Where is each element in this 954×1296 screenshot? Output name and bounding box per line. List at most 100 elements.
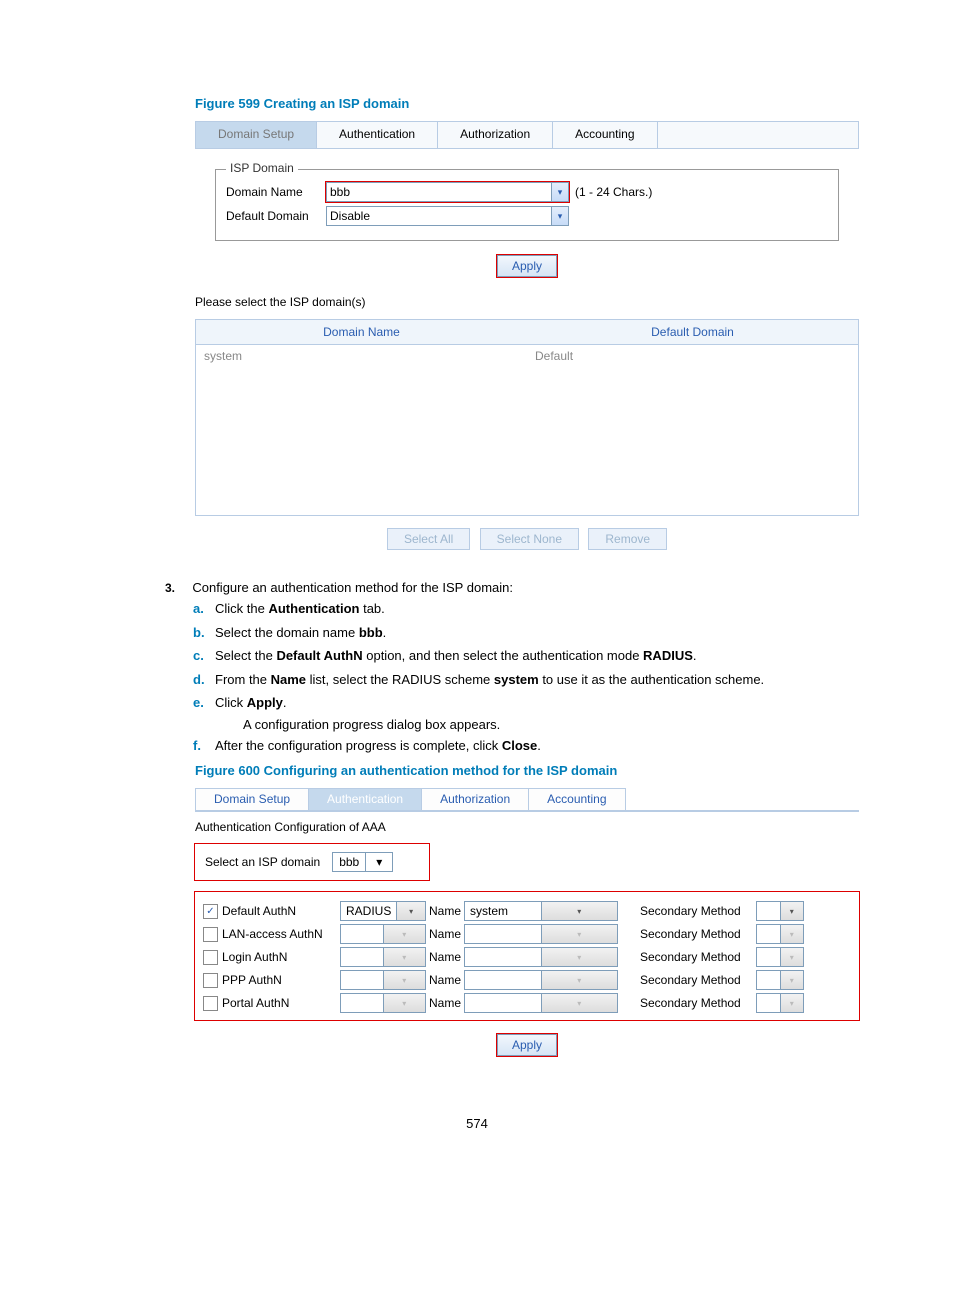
- step-number: 3.: [165, 581, 189, 595]
- tab-authentication[interactable]: Authentication: [317, 122, 438, 148]
- auth-name-select[interactable]: ▾: [464, 993, 618, 1013]
- substep-letter: f.: [193, 736, 201, 756]
- substep: d. From the Name list, select the RADIUS …: [193, 670, 859, 690]
- domain-name-hint: (1 - 24 Chars.): [575, 185, 652, 199]
- select-all-button[interactable]: Select All: [387, 528, 470, 550]
- auth-row: Portal AuthN▾Name▾Secondary Method▾: [203, 993, 851, 1013]
- please-select-text: Please select the ISP domain(s): [195, 295, 859, 309]
- fieldset-legend: ISP Domain: [226, 161, 298, 175]
- checkbox[interactable]: [203, 950, 218, 965]
- auth-label: Portal AuthN: [222, 996, 340, 1010]
- substep-text: Click Apply.: [215, 695, 287, 710]
- name-col-label: Name: [426, 973, 464, 987]
- checkbox[interactable]: [203, 927, 218, 942]
- secondary-method-label: Secondary Method: [640, 996, 756, 1010]
- table-row[interactable]: system Default: [196, 345, 859, 368]
- tab-domain-setup-2[interactable]: Domain Setup: [195, 788, 309, 810]
- select-none-button[interactable]: Select None: [480, 528, 579, 550]
- auth-method-select[interactable]: ▾: [340, 947, 426, 967]
- secondary-method-select[interactable]: ▾: [756, 970, 804, 990]
- default-domain-label: Default Domain: [226, 209, 326, 223]
- col-domain-name[interactable]: Domain Name: [196, 320, 528, 345]
- tab-accounting[interactable]: Accounting: [553, 122, 657, 148]
- auth-row: PPP AuthN▾Name▾Secondary Method▾: [203, 970, 851, 990]
- secondary-method-label: Secondary Method: [640, 927, 756, 941]
- apply-button-600[interactable]: Apply: [497, 1034, 557, 1056]
- auth-name-select[interactable]: ▾: [464, 970, 618, 990]
- tab-authentication-2[interactable]: Authentication: [308, 788, 422, 810]
- instruction-block: 3. Configure an authentication method fo…: [165, 580, 859, 755]
- isp-domain-fieldset: ISP Domain Domain Name ▾ (1 - 24 Chars.)…: [215, 169, 839, 241]
- auth-label: PPP AuthN: [222, 973, 340, 987]
- substep-text: Select the domain name bbb.: [215, 625, 386, 640]
- substep: f. After the configuration progress is co…: [193, 736, 859, 756]
- auth-method-select[interactable]: ▾: [340, 970, 426, 990]
- isp-domain-select-box: Select an ISP domain bbb ▾: [195, 844, 429, 880]
- substep-text: After the configuration progress is comp…: [215, 738, 541, 753]
- auth-method-select[interactable]: ▾: [340, 993, 426, 1013]
- auth-row: Default AuthNRADIUS▾Namesystem▾ Secondary…: [203, 901, 851, 921]
- substep: b. Select the domain name bbb.: [193, 623, 859, 643]
- chevron-down-icon[interactable]: ▾: [365, 853, 392, 871]
- inset-note: A configuration progress dialog box appe…: [243, 717, 859, 732]
- substep-letter: b.: [193, 623, 205, 643]
- secondary-method-select[interactable]: ▾: [756, 924, 804, 944]
- tab-authorization[interactable]: Authorization: [438, 122, 553, 148]
- auth-row: LAN-access AuthN▾Name▾Secondary Method▾: [203, 924, 851, 944]
- auth-name-select[interactable]: ▾: [464, 947, 618, 967]
- auth-method-select[interactable]: ▾: [340, 924, 426, 944]
- col-default-domain[interactable]: Default Domain: [527, 320, 859, 345]
- substep: e. Click Apply.: [193, 693, 859, 713]
- name-col-label: Name: [426, 996, 464, 1010]
- secondary-method-label: Secondary Method: [640, 950, 756, 964]
- substep-text: From the Name list, select the RADIUS sc…: [215, 672, 764, 687]
- checkbox[interactable]: [203, 973, 218, 988]
- substep: c. Select the Default AuthN option, and t…: [193, 646, 859, 666]
- auth-name-select[interactable]: ▾: [464, 924, 618, 944]
- step-text: Configure an authentication method for t…: [192, 580, 513, 595]
- chevron-down-icon[interactable]: ▾: [552, 206, 569, 226]
- secondary-method-label: Secondary Method: [640, 973, 756, 987]
- isp-domain-select[interactable]: bbb ▾: [332, 852, 393, 872]
- auth-method-select[interactable]: RADIUS▾: [340, 901, 426, 921]
- auth-name-select[interactable]: system▾: [464, 901, 618, 921]
- tab-domain-setup[interactable]: Domain Setup: [196, 122, 317, 148]
- name-col-label: Name: [426, 950, 464, 964]
- apply-button-599[interactable]: Apply: [497, 255, 557, 277]
- figure-599-title: Figure 599 Creating an ISP domain: [195, 96, 859, 111]
- figure-600-title: Figure 600 Configuring an authentication…: [195, 763, 859, 778]
- auth-label: LAN-access AuthN: [222, 927, 340, 941]
- auth-label: Default AuthN: [222, 904, 340, 918]
- name-col-label: Name: [426, 904, 464, 918]
- select-isp-label: Select an ISP domain: [205, 855, 320, 869]
- default-domain-select[interactable]: [326, 206, 552, 226]
- checkbox[interactable]: [203, 996, 218, 1011]
- domain-name-label: Domain Name: [226, 185, 326, 199]
- tab-accounting-2[interactable]: Accounting: [528, 788, 625, 810]
- tab-authorization-2[interactable]: Authorization: [421, 788, 529, 810]
- substep-letter: e.: [193, 693, 204, 713]
- secondary-method-select[interactable]: ▾: [756, 901, 804, 921]
- auth-label: Login AuthN: [222, 950, 340, 964]
- chevron-down-icon[interactable]: ▾: [552, 182, 569, 202]
- auth-grid: Default AuthNRADIUS▾Namesystem▾Secondary…: [195, 892, 859, 1020]
- substep-letter: d.: [193, 670, 205, 690]
- page-number: 574: [95, 1116, 859, 1131]
- substep-text: Select the Default AuthN option, and the…: [215, 648, 697, 663]
- checkbox[interactable]: [203, 904, 218, 919]
- tabs-600: Domain Setup Authentication Authorizatio…: [195, 788, 859, 812]
- domain-table: Domain Name Default Domain system Defaul…: [195, 319, 859, 516]
- substep-text: Click the Authentication tab.: [215, 601, 385, 616]
- substep-letter: c.: [193, 646, 204, 666]
- substep-letter: a.: [193, 599, 204, 619]
- secondary-method-select[interactable]: ▾: [756, 993, 804, 1013]
- remove-button[interactable]: Remove: [588, 528, 667, 550]
- domain-name-input[interactable]: [326, 182, 552, 202]
- substep: a. Click the Authentication tab.: [193, 599, 859, 619]
- auth-row: Login AuthN▾Name▾Secondary Method▾: [203, 947, 851, 967]
- tabs-599: Domain Setup Authentication Authorizatio…: [195, 121, 859, 149]
- name-col-label: Name: [426, 927, 464, 941]
- aaa-config-label: Authentication Configuration of AAA: [195, 820, 859, 834]
- secondary-method-select[interactable]: ▾: [756, 947, 804, 967]
- secondary-method-label: Secondary Method: [640, 904, 756, 918]
